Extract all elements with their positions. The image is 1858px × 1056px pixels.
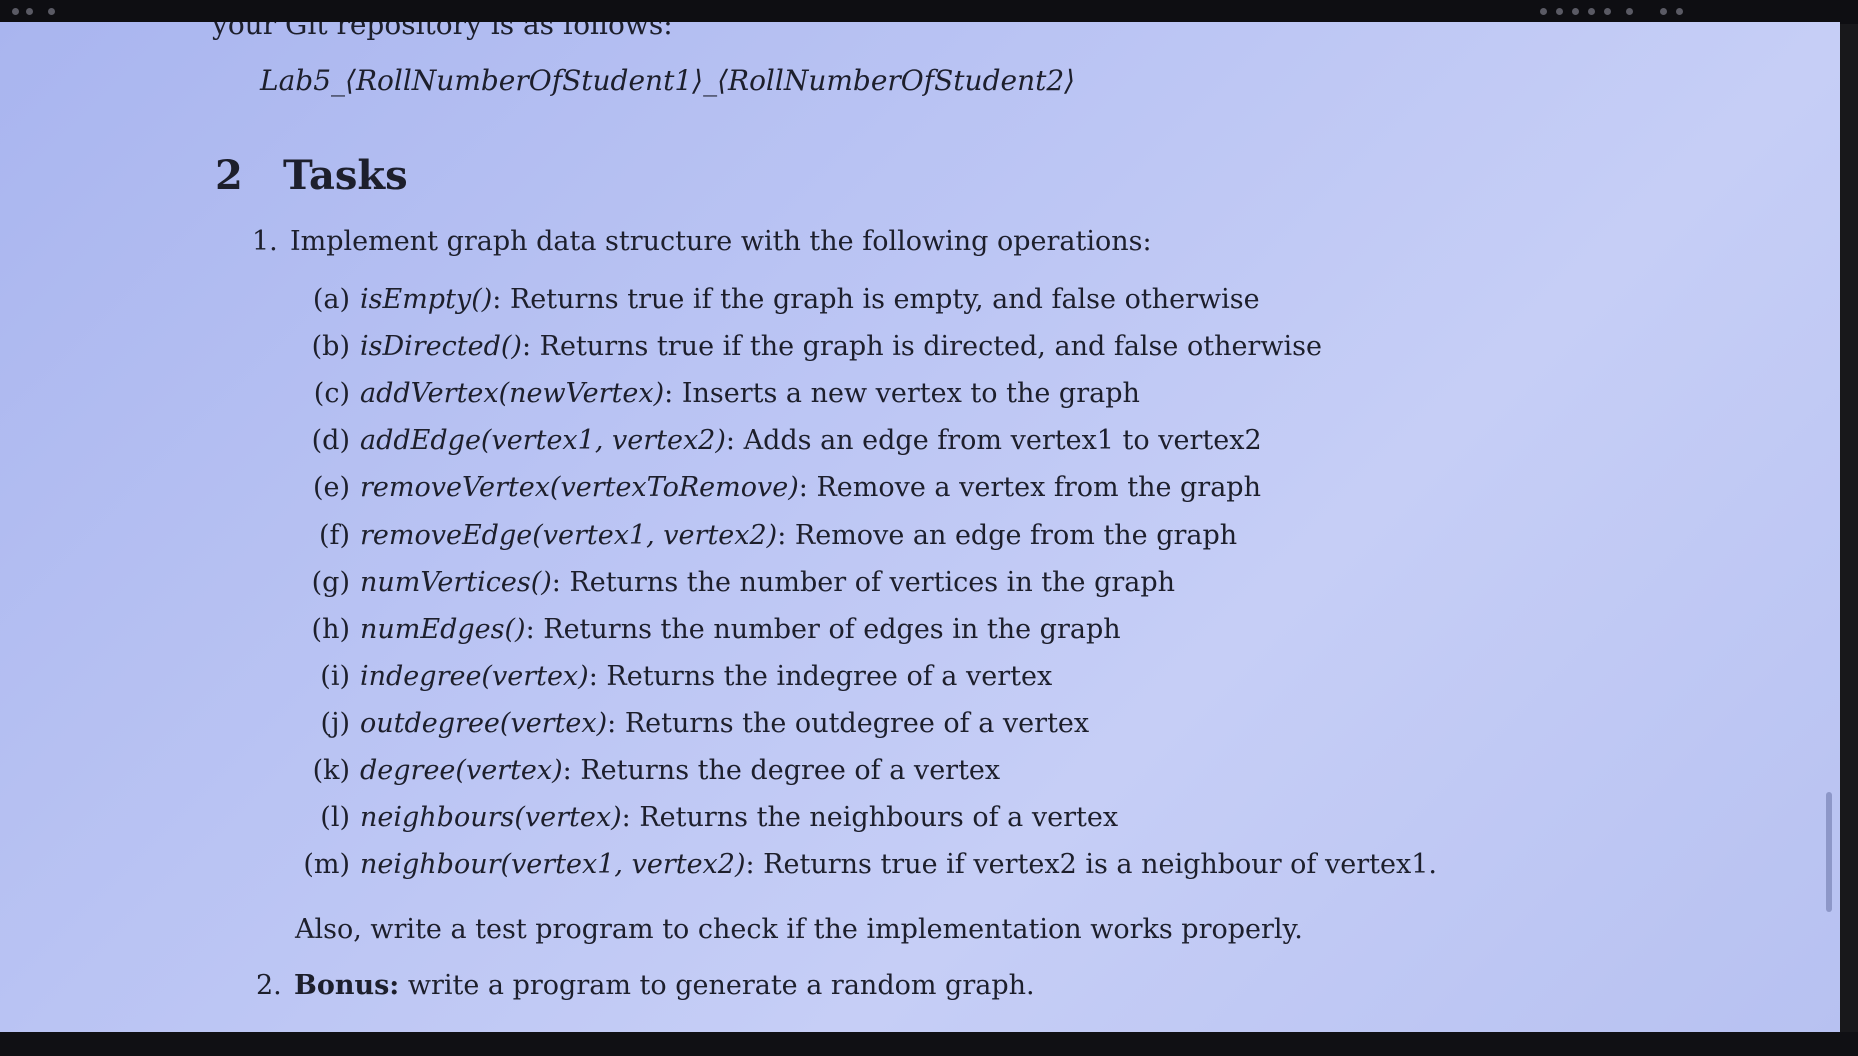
section-heading: 2 Tasks [215, 152, 408, 199]
operation-letter: (g) [311, 566, 350, 598]
operation-letter: (f) [318, 519, 350, 551]
task-item-2: 2. Bonus: write a program to generate a r… [256, 970, 1035, 1001]
status-icon[interactable] [1660, 8, 1667, 15]
operation-item: (e) removeVertex(vertexToRemove): Remove … [290, 472, 1261, 503]
operation-letter: (d) [311, 425, 350, 457]
menubar-icon[interactable] [12, 8, 19, 15]
top-menubar [0, 0, 1858, 24]
task-number: 1. [252, 226, 278, 257]
cut-off-text-line: your Git repository is as follows: [212, 22, 673, 41]
operation-description: : Returns the neighbours of a vertex [621, 802, 1119, 834]
operation-description: : Returns the number of vertices in the … [551, 566, 1176, 598]
operation-letter: (c) [313, 378, 350, 410]
operation-item: (g) numVertices(): Returns the number of … [290, 567, 1175, 598]
operation-description: : Returns the degree of a vertex [562, 755, 1001, 786]
status-icon[interactable] [1588, 8, 1595, 15]
operation-item: (j) outdegree(vertex): Returns the outdeg… [290, 707, 1090, 739]
section-number: 2 [215, 152, 243, 199]
also-paragraph: Also, write a test program to check if t… [295, 914, 1303, 945]
task-number: 2. [256, 970, 282, 1001]
operation-description: : Adds an edge from vertex1 to vertex2 [725, 425, 1262, 457]
operation-letter: (m) [303, 849, 350, 881]
operation-letter: (i) [320, 660, 350, 692]
operation-description: : Returns the outdegree of a vertex [607, 707, 1090, 739]
operation-function: neighbours(vertex) [360, 802, 622, 834]
operation-description: : Remove an edge from the graph [777, 519, 1238, 551]
operation-description: : Returns true if vertex2 is a neighbour… [745, 849, 1437, 881]
operation-item: (i) indegree(vertex): Returns the indegre… [290, 661, 1052, 692]
scrollbar-thumb[interactable] [1826, 792, 1832, 912]
operation-item: (f) removeEdge(vertex1, vertex2): Remove … [290, 520, 1237, 551]
repo-name-line: Lab5_⟨RollNumberOfStudent1⟩_⟨RollNumberO… [260, 64, 1076, 97]
status-icon[interactable] [1540, 8, 1547, 15]
operation-function: isDirected() [360, 331, 522, 363]
task-text: Implement graph data structure with the … [290, 226, 1152, 257]
operation-letter: (l) [320, 802, 350, 834]
operation-function: addEdge(vertex1, vertex2) [360, 425, 726, 457]
operation-function: outdegree(vertex) [360, 707, 608, 739]
bottom-bezel [0, 1032, 1858, 1056]
status-icon[interactable] [1676, 8, 1683, 15]
operation-item: (m) neighbour(vertex1, vertex2): Returns … [290, 849, 1437, 880]
operation-item: (d) addEdge(vertex1, vertex2): Adds an ed… [290, 425, 1262, 456]
operation-description: : Returns true if the graph is empty, an… [492, 284, 1260, 315]
operation-function: numVertices() [360, 566, 552, 598]
document-viewer[interactable]: your Git repository is as follows: Lab5_… [0, 22, 1840, 1032]
operation-description: : Remove a vertex from the graph [798, 472, 1261, 504]
task-item-1: 1. Implement graph data structure with th… [252, 226, 1152, 257]
operation-function: neighbour(vertex1, vertex2) [360, 849, 746, 881]
operation-description: : Inserts a new vertex to the graph [664, 378, 1140, 410]
bonus-label: Bonus: [294, 970, 400, 1001]
operation-item: (a) isEmpty(): Returns true if the graph … [290, 284, 1260, 315]
operation-item: (l) neighbours(vertex): Returns the neigh… [290, 802, 1118, 833]
status-icon[interactable] [1626, 8, 1633, 15]
operation-letter: (j) [320, 707, 350, 739]
operation-letter: (a) [312, 284, 350, 315]
operation-letter: (e) [312, 472, 350, 504]
operation-letter: (b) [311, 331, 350, 363]
operation-letter: (k) [312, 755, 350, 786]
operation-description: : Returns the indegree of a vertex [588, 660, 1053, 692]
operation-item: (c) addVertex(newVertex): Inserts a new v… [290, 378, 1140, 409]
operation-function: numEdges() [360, 613, 526, 645]
operation-item: (k) degree(vertex): Returns the degree of… [290, 755, 1001, 786]
operation-item: (b) isDirected(): Returns true if the gra… [290, 331, 1322, 362]
operation-function: indegree(vertex) [360, 660, 589, 692]
operation-description: : Returns the number of edges in the gra… [525, 613, 1121, 645]
operation-description: : Returns true if the graph is directed,… [521, 331, 1322, 363]
task-text: write a program to generate a random gra… [399, 970, 1035, 1001]
menubar-icon[interactable] [48, 8, 55, 15]
operation-function: removeVertex(vertexToRemove) [360, 472, 799, 504]
status-icon[interactable] [1572, 8, 1579, 15]
menubar-icon[interactable] [26, 8, 33, 15]
operation-letter: (h) [311, 613, 350, 645]
operation-item: (h) numEdges(): Returns the number of edg… [290, 614, 1121, 645]
operation-function: isEmpty() [360, 284, 493, 315]
monitor-frame: your Git repository is as follows: Lab5_… [0, 0, 1858, 1056]
section-title: Tasks [283, 152, 408, 199]
status-icon[interactable] [1604, 8, 1611, 15]
operation-function: addVertex(newVertex) [360, 378, 665, 410]
operation-function: removeEdge(vertex1, vertex2) [360, 519, 778, 551]
status-icon[interactable] [1556, 8, 1563, 15]
operation-function: degree(vertex) [360, 755, 563, 786]
